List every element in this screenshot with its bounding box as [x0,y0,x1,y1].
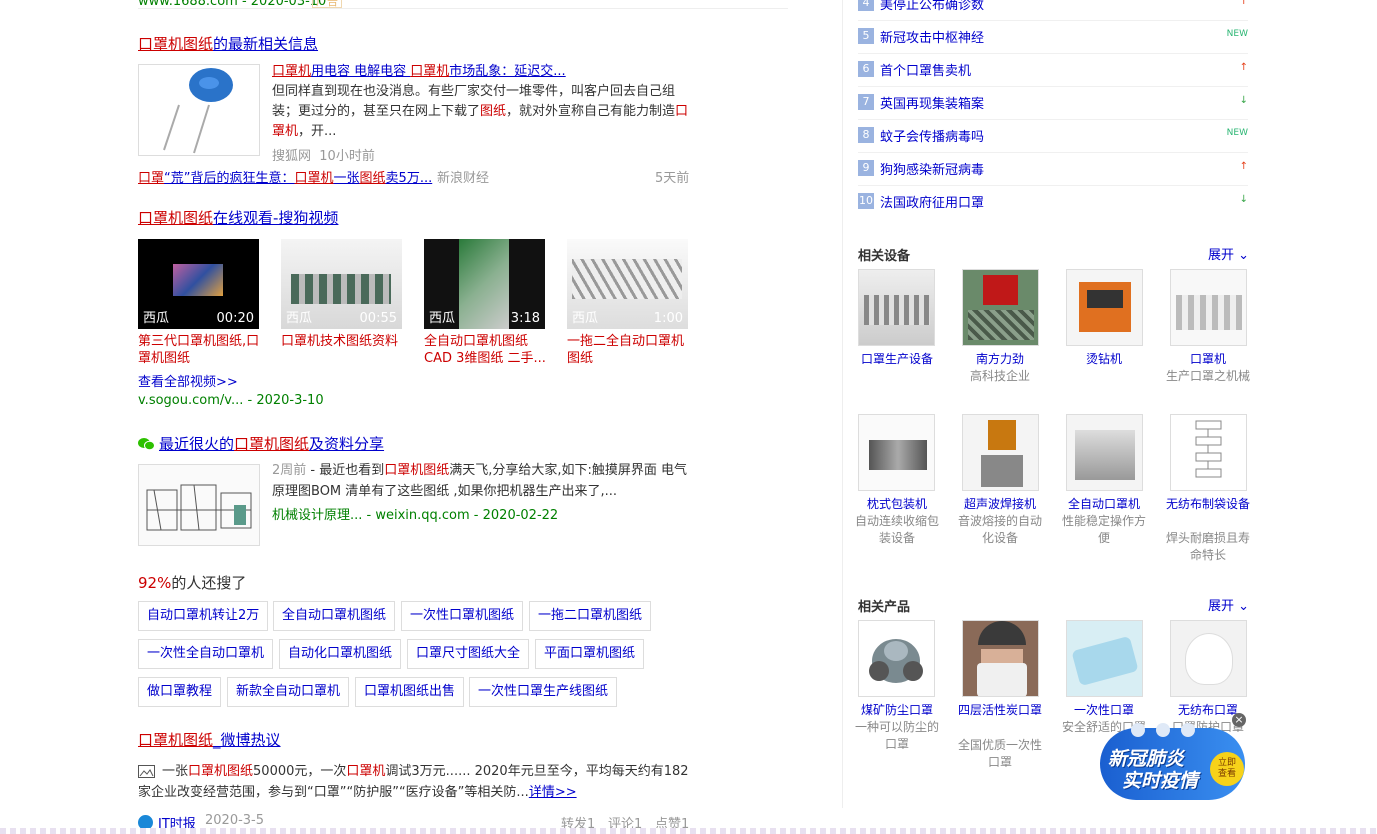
product-image[interactable] [1170,620,1247,697]
news-result-title[interactable]: 口罩机图纸的最新相关信息 [138,33,318,54]
video-thumb-4[interactable]: 西瓜 1:00 [567,239,688,329]
equipment-name[interactable]: 无纺布制袋设备 [1166,496,1250,513]
related-tag[interactable]: 全自动口罩机图纸 [273,601,396,631]
equipment-section-title: 相关设备 [858,249,911,264]
related-tag[interactable]: 自动口罩机转让2万 [138,601,269,631]
video-thumb-3[interactable]: 西瓜 3:18 [424,239,545,329]
float-ad-text: 新冠肺炎 实时疫情 [1108,748,1199,792]
product-name[interactable]: 一次性口罩 [1062,702,1146,719]
equipment-name[interactable]: 烫钻机 [1062,351,1146,368]
video-caption-1[interactable]: 第三代口罩机图纸,口罩机图纸 [138,333,260,367]
news-snippet: 但同样直到现在也没消息。有些厂家交付一堆零件，叫客户回去自己组装；更过分的，甚至… [272,84,689,139]
equipment-expand[interactable]: 展开 ⌄ [1208,244,1249,263]
equipment-name[interactable]: 枕式包装机 [855,496,939,513]
close-icon[interactable]: × [1232,713,1246,727]
equipment-image[interactable] [1066,269,1143,346]
related-tag[interactable]: 新款全自动口罩机 [227,677,350,707]
video-result-title[interactable]: 口罩机图纸在线观看-搜狗视频 [138,207,338,228]
related-tag[interactable]: 自动化口罩机图纸 [279,639,402,669]
video-caption-2[interactable]: 口罩机技术图纸资料 [281,333,403,350]
video-url: v.sogou.com/v... - 2020-3-10 [138,393,324,408]
hot-item[interactable]: 8 蚊子会传播病毒吗 NEW [858,120,1248,153]
hot-item[interactable]: 9 狗狗感染新冠病毒 ↑ [858,153,1248,186]
hot-item[interactable]: 10 法国政府征用口罩 ↓ [858,186,1248,219]
product-desc: 一种可以防尘的口罩 [855,720,940,751]
hot-item[interactable]: 4 美停止公布确诊数 ↑ [858,0,1248,21]
product-image[interactable] [1066,620,1143,697]
equipment-image[interactable] [858,269,935,346]
wechat-thumbnail[interactable] [138,464,260,546]
weibo-snippet: 一张口罩机图纸50000元，一次口罩机调试3万元...... 2020年元旦至今… [138,764,689,800]
news-thumbnail[interactable] [138,64,260,156]
wechat-snippet: 2周前 - 最近也看到口罩机图纸满天飞,分享给大家,如下:触摸屏界面 电气原理图… [272,463,688,499]
equipment-desc: 自动连续收缩包装设备 [855,514,940,545]
wechat-result-title[interactable]: 最近很火的口罩机图纸及资料分享 [159,433,384,454]
equipment-name[interactable]: 口罩机 [1166,351,1250,368]
hot-item[interactable]: 5 新冠攻击中枢神经 NEW [858,21,1248,54]
equipment-name[interactable]: 南方力劲 [958,351,1042,368]
chevron-down-icon: ⌄ [1238,248,1250,263]
weibo-date: 2020-3-5 [205,813,265,828]
equipment-image[interactable] [1170,269,1247,346]
news-source: 搜狐网 10小时前 [272,149,375,164]
chevron-down-icon: ⌄ [1238,599,1250,614]
weibo-more-link[interactable]: 详情>> [529,785,577,800]
covid-float-ad[interactable]: 新冠肺炎 实时疫情 立即 查看 [1100,722,1248,802]
related-tag[interactable]: 平面口罩机图纸 [535,639,645,669]
float-ad-button[interactable]: 立即 查看 [1210,752,1244,786]
products-section-title: 相关产品 [858,600,911,615]
equipment-desc: 生产口罩之机械 [1166,369,1251,383]
product-desc: 全国优质一次性口罩 [958,738,1043,769]
divider [138,8,788,9]
related-tag[interactable]: 一拖二口罩机图纸 [529,601,652,631]
product-image[interactable] [962,620,1039,697]
right-panel-divider [842,0,843,808]
bottom-border [0,828,1377,834]
related-tag[interactable]: 口罩机图纸出售 [355,677,465,707]
news-second-source: 新浪财经 [437,171,490,186]
related-tag[interactable]: 做口罩教程 [138,677,222,707]
equipment-name[interactable]: 口罩生产设备 [855,351,939,368]
also-searched-title: 92%的人还搜了 [138,574,247,592]
product-image[interactable] [858,620,935,697]
video-more-link[interactable]: 查看全部视频>> [138,371,238,390]
equipment-image[interactable] [858,414,935,491]
hot-item[interactable]: 6 首个口罩售卖机 ↑ [858,54,1248,87]
equipment-image[interactable] [1066,414,1143,491]
weibo-result-title[interactable]: 口罩机图纸_微博热议 [138,729,281,750]
video-caption-3[interactable]: 全自动口罩机图纸 CAD 3维图纸 二手... [424,333,546,367]
equipment-image[interactable] [962,414,1039,491]
doctor-figures-icon [1128,722,1198,738]
equipment-desc: 音波熔接的自动化设备 [958,514,1043,545]
product-name[interactable]: 煤矿防尘口罩 [855,702,939,719]
equipment-name[interactable]: 超声波焊接机 [958,496,1042,513]
related-tag[interactable]: 一次性口罩生产线图纸 [469,677,618,707]
video-thumb-2[interactable]: 西瓜 00:55 [281,239,402,329]
equipment-desc: 性能稳定操作方便 [1062,514,1147,545]
related-tag[interactable]: 口罩尺寸图纸大全 [407,639,530,669]
wechat-source: 机械设计原理... - weixin.qq.com - 2020-02-22 [272,508,559,523]
ad-badge: 广告 [312,0,342,8]
news-second-time: 5天前 [655,171,690,186]
flowchart-icon [1195,420,1222,478]
respirator-icon [869,639,923,683]
wechat-icon [138,437,155,451]
news-second-item[interactable]: 口罩“荒”背后的疯狂生意：口罩机一张图纸卖5万... [138,167,432,186]
video-caption-4[interactable]: 一拖二全自动口罩机图纸 [567,333,689,367]
equipment-image[interactable] [962,269,1039,346]
video-thumb-1[interactable]: 西瓜 00:20 [138,239,259,329]
hot-item[interactable]: 7 英国再现集装箱案 ↓ [858,87,1248,120]
products-expand[interactable]: 展开 ⌄ [1208,595,1249,614]
related-tag[interactable]: 一次性口罩机图纸 [401,601,524,631]
product-name[interactable]: 四层活性炭口罩 [958,702,1042,719]
equipment-desc: 高科技企业 [969,369,1030,383]
related-tag[interactable]: 一次性全自动口罩机 [138,639,274,669]
equipment-name[interactable]: 全自动口罩机 [1062,496,1146,513]
equipment-desc: 焊头耐磨损且寿命特长 [1166,531,1251,562]
equipment-image[interactable] [1170,414,1247,491]
news-item-title[interactable]: 口罩机用电容 电解电容 口罩机市场乱象：延迟交... [272,60,692,79]
